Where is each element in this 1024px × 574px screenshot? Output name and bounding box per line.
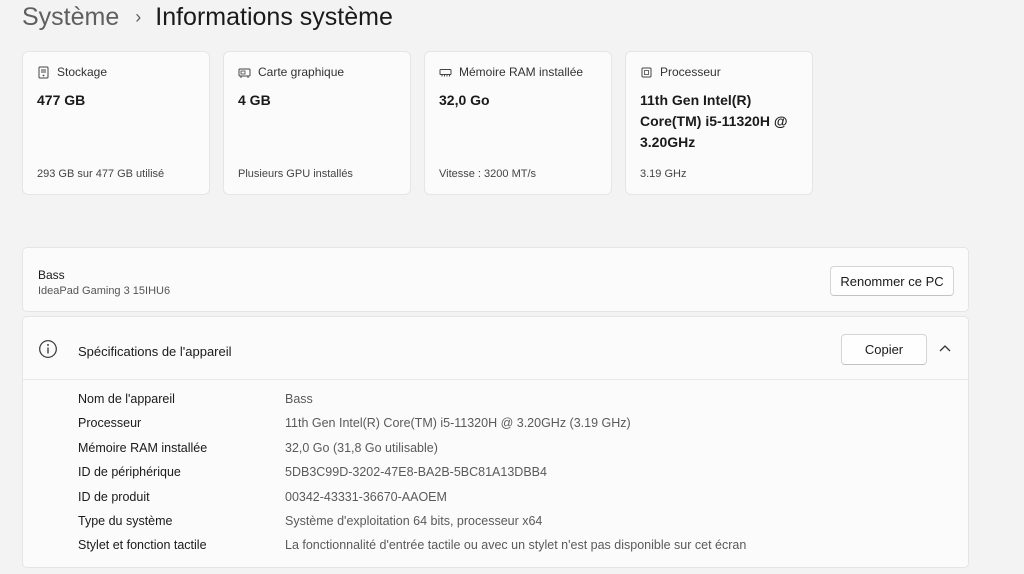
ram-icon <box>439 68 452 76</box>
page-title: Informations système <box>155 2 393 31</box>
pc-name: Bass <box>38 268 65 282</box>
card-label: Mémoire RAM installée <box>459 65 584 79</box>
graphics-card-card: Carte graphique 4 GB Plusieurs GPU insta… <box>223 51 411 195</box>
spec-value: 00342-43331-36670-AAOEM <box>285 489 447 504</box>
spec-value: La fonctionnalité d'entrée tactile ou av… <box>285 538 747 553</box>
spec-label: Processeur <box>78 416 142 431</box>
spec-label: Type du système <box>78 513 173 528</box>
device-specifications-header[interactable]: Spécifications de l'appareil Copier <box>23 317 968 380</box>
card-value: 477 GB <box>37 92 86 108</box>
card-label: Stockage <box>57 65 108 79</box>
storage-card: Stockage 477 GB 293 GB sur 477 GB utilis… <box>22 51 210 195</box>
pc-model: IdeaPad Gaming 3 15IHU6 <box>38 285 171 297</box>
card-value: 32,0 Go <box>439 92 490 108</box>
card-footer: 293 GB sur 477 GB utilisé <box>37 168 165 180</box>
spec-label: ID de périphérique <box>78 465 181 480</box>
spec-label: Mémoire RAM installée <box>78 440 208 455</box>
card-label: Carte graphique <box>258 65 345 79</box>
card-value: 11th Gen Intel(R) Core(TM) i5-11320H @ 3… <box>640 92 788 150</box>
spec-label: ID de produit <box>78 489 150 504</box>
card-header: Stockage <box>37 65 107 79</box>
breadcrumb-separator: › <box>135 6 142 27</box>
card-footer: 3.19 GHz <box>640 168 687 180</box>
rename-pc-button[interactable]: Renommer ce PC <box>830 266 954 296</box>
storage-icon <box>38 66 49 78</box>
card-header: Carte graphique <box>238 65 344 79</box>
spec-value: 11th Gen Intel(R) Core(TM) i5-11320H @ 3… <box>285 416 631 431</box>
copy-button[interactable]: Copier <box>841 334 927 365</box>
card-header: Processeur <box>640 65 721 79</box>
device-specifications-title: Spécifications de l'appareil <box>78 344 232 359</box>
card-value: 4 GB <box>238 92 271 108</box>
spec-value: Bass <box>285 392 313 406</box>
graphics-card-icon <box>238 68 251 78</box>
card-footer: Vitesse : 3200 MT/s <box>439 168 537 180</box>
processor-card: Processeur 11th Gen Intel(R) Core(TM) i5… <box>625 51 813 195</box>
pc-name-panel: Bass IdeaPad Gaming 3 15IHU6 Renommer ce… <box>22 247 969 312</box>
spec-label: Nom de l'appareil <box>78 392 175 406</box>
ram-card: Mémoire RAM installée 32,0 Go Vitesse : … <box>424 51 612 195</box>
spec-label: Stylet et fonction tactile <box>78 538 207 553</box>
info-icon <box>39 340 57 358</box>
chevron-up-icon[interactable] <box>936 341 954 355</box>
spec-value: Système d'exploitation 64 bits, processe… <box>285 513 543 528</box>
spec-value: 5DB3C99D-3202-47E8-BA2B-5BC81A13DBB4 <box>285 465 547 480</box>
card-header: Mémoire RAM installée <box>439 65 583 79</box>
breadcrumb: Système › Informations système <box>22 2 393 32</box>
spec-value: 32,0 Go (31,8 Go utilisable) <box>285 440 438 455</box>
breadcrumb-parent[interactable]: Système <box>22 3 119 32</box>
device-specifications-panel: Spécifications de l'appareil Copier Nom … <box>22 316 969 568</box>
card-footer: Plusieurs GPU installés <box>238 168 353 180</box>
card-label: Processeur <box>660 65 721 79</box>
processor-icon <box>641 67 652 77</box>
